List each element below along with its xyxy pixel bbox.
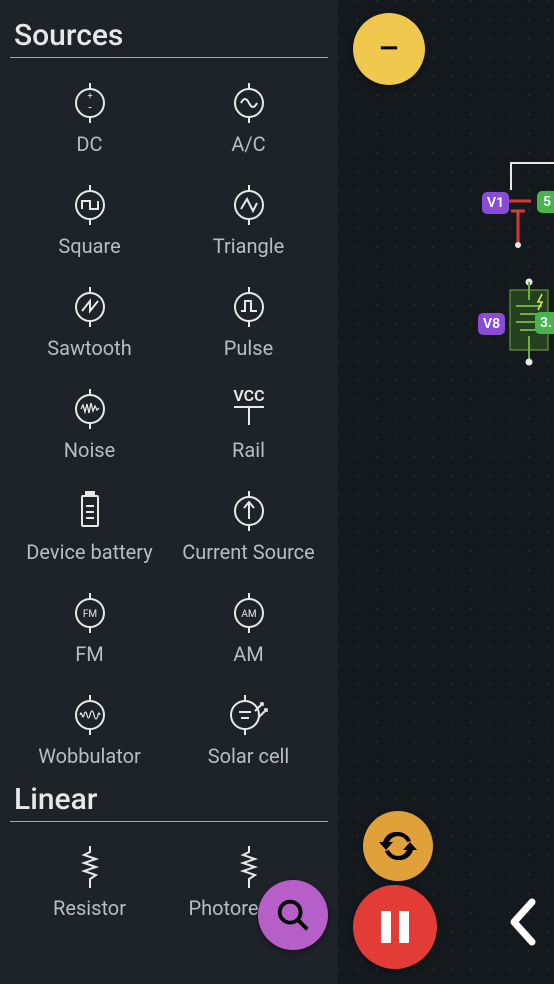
component-label: Device battery [26,540,152,564]
component-label: Noise [64,438,115,462]
component-noise[interactable]: Noise [10,370,169,468]
fm-icon: FM [65,588,115,638]
pause-icon [377,907,413,947]
component-ac[interactable]: A/C [169,64,328,162]
component-dc[interactable]: + - DC [10,64,169,162]
photoresistor-icon [224,842,274,892]
component-rail[interactable]: VCC Rail [169,370,328,468]
component-label-v8[interactable]: V8 [478,313,505,335]
search-button[interactable] [258,880,328,950]
component-label: Wobbulator [38,744,141,768]
component-label: Current Source [182,540,315,564]
noise-icon [65,384,115,434]
back-button[interactable] [502,894,542,954]
component-label: AM [233,642,264,666]
component-label: Triangle [213,234,284,258]
component-label: FM [75,642,104,666]
solar-cell-icon [224,690,274,740]
schematic-canvas[interactable]: − V1 5 V8 3. [338,0,554,984]
component-label-v1[interactable]: V1 [482,192,509,214]
square-wave-icon [65,180,115,230]
svg-text:FM: FM [82,609,96,620]
resistor-icon [65,842,115,892]
component-fm[interactable]: FM FM [10,574,169,672]
rail-icon: VCC [224,384,274,434]
svg-text:-: - [88,100,92,114]
component-solar-cell[interactable]: Solar cell [169,676,328,774]
component-panel: Sources + - DC A/C [0,0,338,984]
wire[interactable] [510,162,512,190]
component-label: Square [58,234,120,258]
component-label: Resistor [53,896,126,920]
am-icon: AM [224,588,274,638]
component-label: Sawtooth [47,336,132,360]
svg-text:VCC: VCC [233,389,264,405]
component-label: Solar cell [208,744,290,768]
component-current-source[interactable]: Current Source [169,472,328,570]
sawtooth-wave-icon [65,282,115,332]
triangle-wave-icon [224,180,274,230]
restart-button[interactable] [363,811,433,881]
svg-text:AM: AM [241,609,256,620]
component-square[interactable]: Square [10,166,169,264]
component-am[interactable]: AM AM [169,574,328,672]
chevron-left-icon [502,894,542,950]
search-icon [274,896,312,934]
component-resistor[interactable]: Resistor [10,828,169,926]
component-triangle[interactable]: Triangle [169,166,328,264]
value-label-v1[interactable]: 5 [537,191,554,213]
sources-grid: + - DC A/C Square [10,64,328,774]
section-title-sources: Sources [10,18,328,58]
dc-source-icon: + - [65,78,115,128]
component-pulse[interactable]: Pulse [169,268,328,366]
current-source-icon [224,486,274,536]
wire[interactable] [510,162,554,164]
battery-icon [65,486,115,536]
component-label: A/C [231,132,265,156]
zoom-out-button[interactable]: − [353,13,425,85]
component-label: DC [76,132,102,156]
component-device-battery[interactable]: Device battery [10,472,169,570]
component-sawtooth[interactable]: Sawtooth [10,268,169,366]
component-label: Rail [232,438,265,462]
pause-button[interactable] [353,885,437,969]
value-label-v8[interactable]: 3. [535,312,554,334]
component-label: Pulse [224,336,273,360]
component-wobbulator[interactable]: Wobbulator [10,676,169,774]
minus-icon: − [378,29,401,69]
ac-source-icon [224,78,274,128]
section-title-linear: Linear [10,782,328,822]
wobbulator-icon [65,690,115,740]
refresh-icon [378,826,418,866]
pulse-icon [224,282,274,332]
